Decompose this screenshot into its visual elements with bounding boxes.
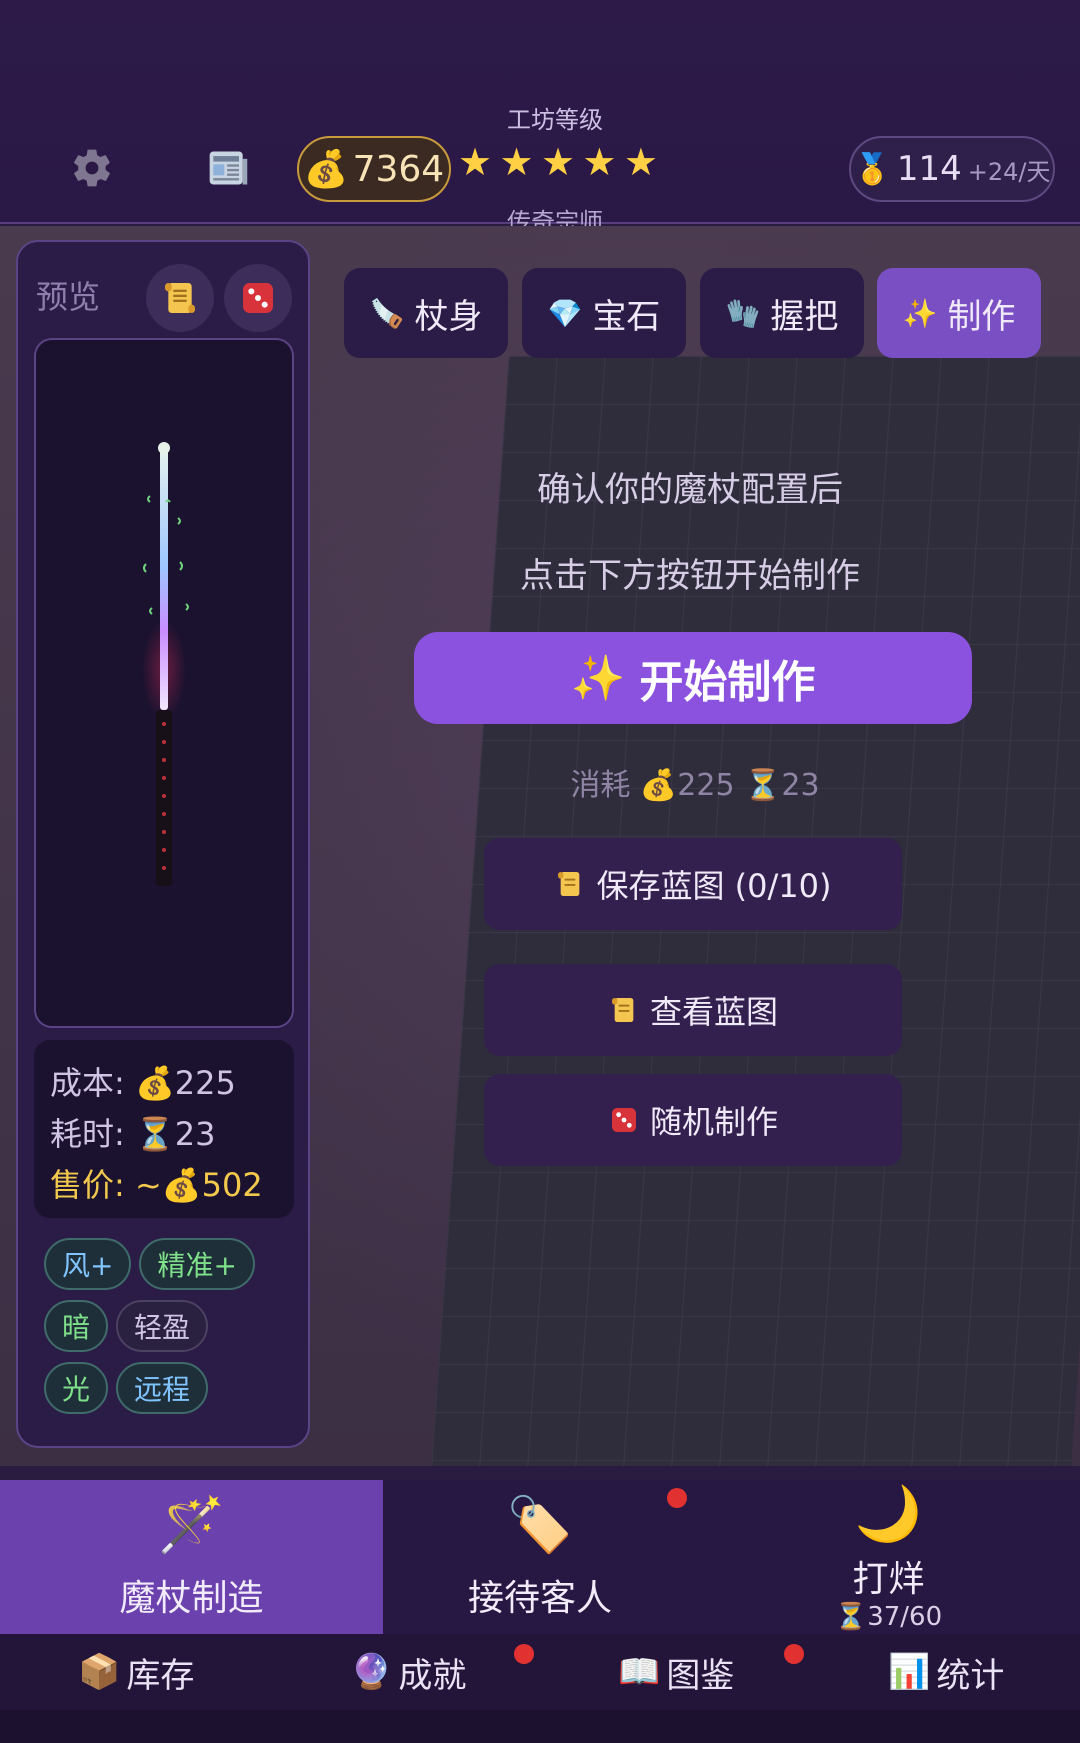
preview-label: 预览 [36, 278, 101, 316]
crafting-cost: 消耗 💰225 ⏳23 [570, 768, 820, 803]
notification-dot [784, 1644, 804, 1664]
tab-label: 制作 [947, 296, 1016, 337]
top-bar: 💰 7364 工坊等级 ★ ★ ★ ★ ★ 传奇宗师 🥇 114 +24/天 [0, 0, 1080, 236]
bar-chart-icon: 📊 [888, 1652, 931, 1692]
coin-balance: 💰 7364 [297, 136, 451, 202]
wand-illustration [142, 442, 189, 886]
instruction-line-1: 确认你的魔杖配置后 [537, 470, 843, 510]
dice-icon [611, 1108, 636, 1132]
dice-icon [243, 283, 273, 313]
magic-wand-icon: 🪄 [157, 1493, 226, 1556]
notification-dot [514, 1644, 534, 1664]
saw-icon: 🪚 [369, 296, 405, 330]
crescent-moon-icon: 🌙 [854, 1482, 923, 1545]
star-icon: ★ [499, 140, 534, 184]
preview-panel: 预览 成本: 💰225 耗时: ⏳23 售价: ~💰502 风+ 精准+ 暗 轻… [16, 240, 310, 1448]
gem-icon: 💎 [547, 296, 583, 330]
attribute-tags: 风+ 精准+ 暗 轻盈 光 远程 [44, 1238, 304, 1424]
package-icon: 📦 [78, 1652, 121, 1692]
price-stat: 售价: ~💰502 [50, 1166, 263, 1204]
view-blueprints-button[interactable]: 查看蓝图 [484, 964, 902, 1056]
crystal-ball-icon: 🔮 [350, 1652, 393, 1692]
nav-close-shop[interactable]: 🌙 打烊 ⏳37/60 [697, 1480, 1080, 1634]
time-stat: 耗时: ⏳23 [50, 1115, 216, 1153]
sparkles-icon: ✨ [902, 296, 938, 330]
main-nav: 🪄 魔杖制造 🏷️ 接待客人 🌙 打烊 ⏳37/60 [0, 1480, 1080, 1634]
reputation-badge[interactable]: 🥇 114 +24/天 [849, 136, 1055, 202]
scroll-icon [611, 998, 634, 1022]
tab-grip[interactable]: 🧤 握把 [700, 268, 864, 358]
workshop-level-stars: ★ ★ ★ ★ ★ [458, 140, 658, 184]
workshop-level-label: 工坊等级 [507, 106, 603, 134]
tab-craft[interactable]: ✨ 制作 [877, 268, 1041, 358]
tab-label: 宝石 [592, 296, 661, 337]
start-crafting-button[interactable]: ✨ 开始制作 [414, 632, 972, 724]
save-blueprint-button[interactable]: 保存蓝图 (0/10) [484, 838, 902, 930]
open-book-icon: 📖 [618, 1652, 661, 1692]
sparkles-icon: ✨ [570, 653, 626, 704]
randomize-button[interactable] [224, 264, 292, 332]
bottom-strip [0, 1710, 1080, 1743]
tag-dark: 暗 [44, 1300, 109, 1352]
coin-amount: 7364 [352, 148, 445, 190]
nav-label: 接待客人 [467, 1578, 612, 1619]
tag-precision: 精准+ [139, 1238, 255, 1290]
glove-icon: 🧤 [725, 296, 761, 330]
nav-label: 图鉴 [666, 1655, 735, 1696]
gear-icon [74, 149, 110, 187]
tab-label: 握把 [770, 296, 839, 337]
save-blueprint-label: 保存蓝图 (0/10) [596, 867, 832, 905]
nav-label: 魔杖制造 [119, 1578, 264, 1619]
nav-inventory[interactable]: 📦 库存 [78, 1634, 194, 1710]
nav-label: 打烊 [852, 1559, 925, 1600]
scroll-icon [558, 872, 580, 896]
reputation-rate: +24/天 [967, 157, 1051, 186]
medal-icon: 🥇 [853, 151, 891, 187]
random-craft-button[interactable]: 随机制作 [484, 1074, 902, 1166]
blueprint-button[interactable] [146, 264, 214, 332]
tag-light-weight: 轻盈 [116, 1300, 209, 1352]
secondary-nav: 📦 库存 🔮 成就 📖 图鉴 📊 统计 [0, 1634, 1080, 1710]
nav-label: 成就 [398, 1655, 467, 1696]
newspaper-icon [209, 151, 248, 185]
tab-label: 杖身 [414, 296, 483, 337]
notification-dot [667, 1488, 687, 1508]
settings-button[interactable] [60, 136, 124, 200]
tag-ranged: 远程 [116, 1362, 209, 1414]
reputation-value: 114 [896, 149, 962, 189]
nav-codex[interactable]: 📖 图鉴 [618, 1634, 734, 1710]
start-crafting-label: 开始制作 [639, 657, 816, 708]
closing-progress: ⏳37/60 [834, 1602, 943, 1632]
tag-wind: 风+ [44, 1238, 132, 1290]
star-icon: ★ [582, 140, 617, 184]
star-icon: ★ [540, 140, 576, 184]
tag-light: 光 [44, 1362, 109, 1414]
scroll-icon [165, 283, 195, 313]
news-button[interactable] [196, 136, 260, 200]
nav-achievements[interactable]: 🔮 成就 [350, 1634, 466, 1710]
star-icon: ★ [458, 140, 493, 184]
nav-label: 库存 [126, 1655, 195, 1696]
view-blueprints-label: 查看蓝图 [649, 993, 778, 1031]
nav-label: 统计 [936, 1655, 1005, 1696]
random-craft-label: 随机制作 [649, 1103, 778, 1141]
star-icon: ★ [623, 140, 658, 184]
nav-statistics[interactable]: 📊 统计 [888, 1634, 1004, 1710]
wand-preview [34, 338, 294, 1028]
nav-receive-guests[interactable]: 🏷️ 接待客人 [383, 1480, 697, 1634]
nav-wand-crafting[interactable]: 🪄 魔杖制造 [0, 1480, 383, 1634]
tab-shaft[interactable]: 🪚 杖身 [344, 268, 508, 358]
cost-stat: 成本: 💰225 [50, 1064, 236, 1102]
wand-stats: 成本: 💰225 耗时: ⏳23 售价: ~💰502 [34, 1040, 294, 1218]
tab-gem[interactable]: 💎 宝石 [522, 268, 686, 358]
money-bag-icon: 💰 [303, 149, 349, 190]
instruction-line-2: 点击下方按钮开始制作 [520, 556, 860, 596]
price-tag-icon: 🏷️ [506, 1493, 574, 1556]
